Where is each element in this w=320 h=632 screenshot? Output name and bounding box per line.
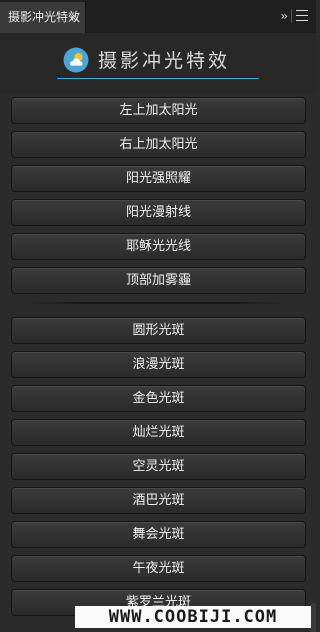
btn-round-bokeh[interactable]: 圆形光斑 <box>11 317 306 344</box>
panel-title: 摄影冲光特效 <box>98 50 231 72</box>
expand-icon[interactable]: ›› <box>280 8 287 24</box>
btn-ethereal-bokeh[interactable]: 空灵光斑 <box>11 453 306 480</box>
btn-strong-sunlight[interactable]: 阳光强照耀 <box>11 165 306 192</box>
watermark: WWW.COOBIJI.COM <box>75 606 311 628</box>
btn-top-right-sunlight[interactable]: 右上加太阳光 <box>11 131 306 158</box>
scrollbar[interactable] <box>311 603 316 632</box>
btn-top-haze[interactable]: 顶部加雾霾 <box>11 267 306 294</box>
btn-golden-bokeh[interactable]: 金色光斑 <box>11 385 306 412</box>
btn-bar-bokeh[interactable]: 酒巴光斑 <box>11 487 306 514</box>
close-icon[interactable]: × <box>69 2 78 33</box>
group-divider <box>30 302 286 304</box>
cloud-sun-logo-icon <box>63 47 89 73</box>
btn-midnight-bokeh[interactable]: 午夜光斑 <box>11 555 306 582</box>
btn-diffuse-sunrays[interactable]: 阳光漫射线 <box>11 199 306 226</box>
panel-tab-bar: 摄影冲光特效 × ›› <box>0 0 316 34</box>
panel-tab[interactable]: 摄影冲光特效 × <box>0 2 86 33</box>
btn-top-left-sunlight[interactable]: 左上加太阳光 <box>11 97 306 124</box>
btn-brilliant-bokeh[interactable]: 灿烂光斑 <box>11 419 306 446</box>
panel-menu-icon[interactable] <box>296 10 308 21</box>
title-underline <box>57 78 259 79</box>
btn-romantic-bokeh[interactable]: 浪漫光斑 <box>11 351 306 378</box>
control-separator <box>291 9 292 23</box>
btn-god-rays[interactable]: 耶稣光光线 <box>11 233 306 260</box>
btn-party-bokeh[interactable]: 舞会光斑 <box>11 521 306 548</box>
